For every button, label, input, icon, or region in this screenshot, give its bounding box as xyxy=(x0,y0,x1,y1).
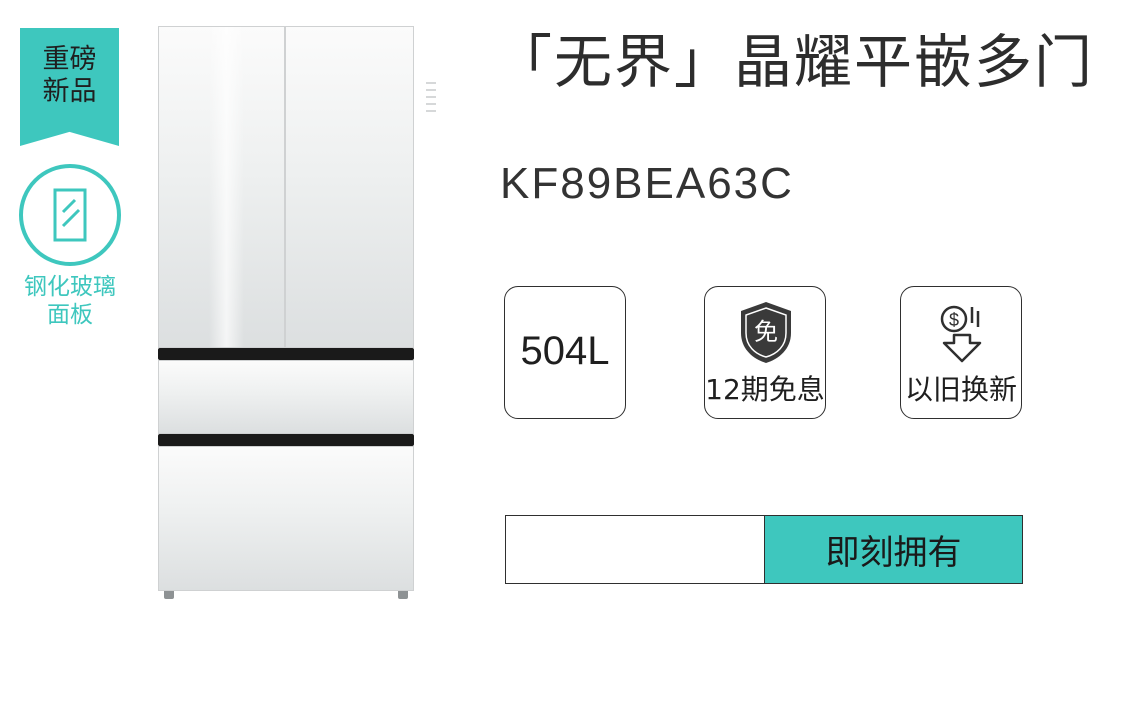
glass-label-line-2: 面板 xyxy=(47,302,93,328)
trade-in-label: 以旧换新 xyxy=(904,373,1017,406)
ribbon-line-2: 新品 xyxy=(42,76,97,107)
ribbon-line-1: 重磅 xyxy=(42,44,97,75)
fridge-foot xyxy=(398,591,408,599)
capacity-feature: 504L xyxy=(504,286,626,419)
trade-in-icon: $ xyxy=(940,305,982,363)
glass-label-line-1: 钢化玻璃 xyxy=(24,274,116,300)
fridge-upper-drawer xyxy=(158,360,414,434)
fridge-right-door xyxy=(285,26,436,348)
interest-free-label: 12期免息 xyxy=(705,373,825,406)
shield-mian-icon: 免 xyxy=(741,302,791,363)
product-title: 「无界」晶耀平嵌多门 xyxy=(494,28,1095,96)
buy-now-button[interactable]: 即刻拥有 xyxy=(764,516,1022,583)
capacity-value: 504L xyxy=(520,329,610,373)
shield-text: 免 xyxy=(754,318,778,346)
purchase-bar: 即刻拥有 xyxy=(505,515,1023,584)
new-product-ribbon: 重磅 新品 xyxy=(20,28,119,146)
fridge-foot xyxy=(164,591,174,599)
purchase-bar-blank xyxy=(506,516,764,583)
fridge-handle-strip xyxy=(158,434,414,446)
door-display-marks xyxy=(426,77,440,127)
trade-in-feature: $ 以旧换新 xyxy=(900,286,1022,419)
interest-free-feature: 免 12期免息 xyxy=(704,286,826,419)
product-model: KF89BEA63C xyxy=(500,159,794,208)
fridge-lower-drawer xyxy=(158,446,414,591)
refrigerator-image xyxy=(158,26,436,600)
svg-text:$: $ xyxy=(949,310,959,330)
fridge-left-door xyxy=(158,26,285,348)
glass-panel-label: 钢化玻璃 面板 xyxy=(5,273,135,329)
tempered-glass-icon xyxy=(19,164,121,266)
fridge-handle-strip xyxy=(158,348,414,360)
